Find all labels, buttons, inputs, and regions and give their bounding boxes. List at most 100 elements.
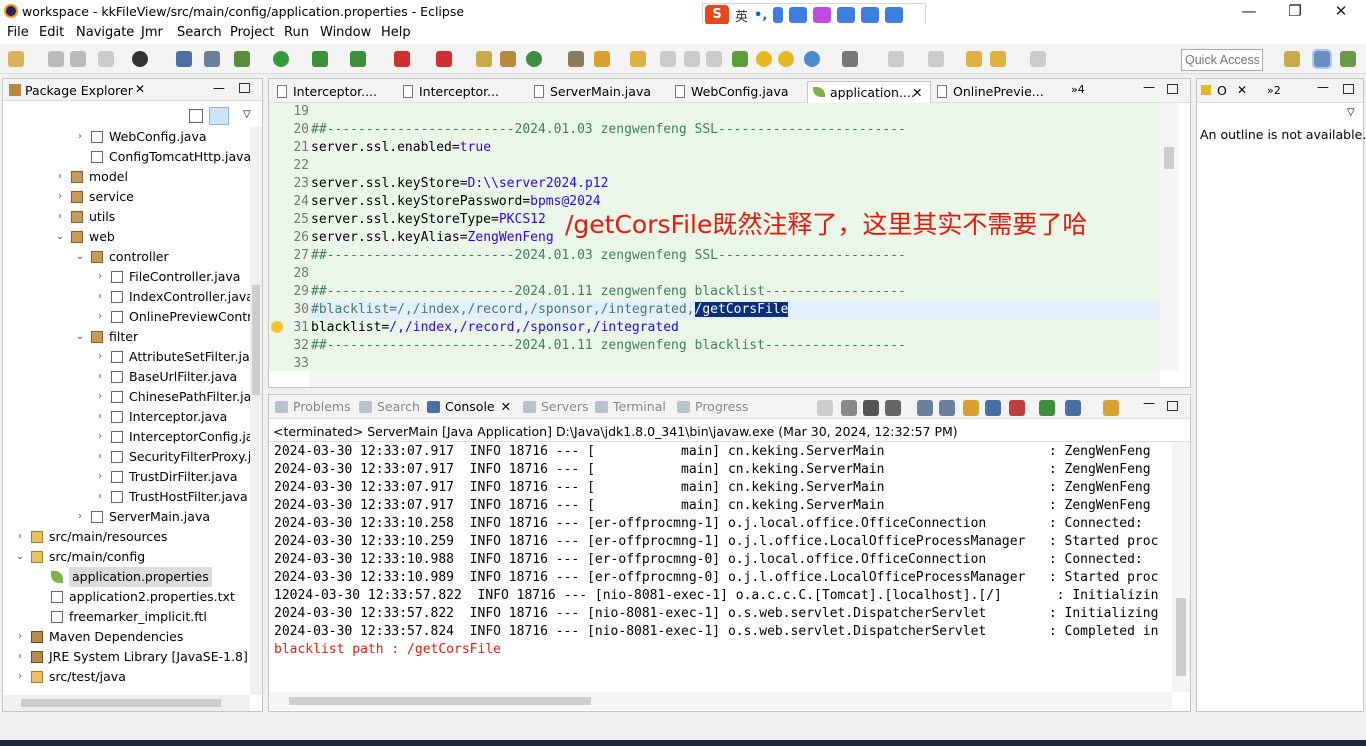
- package-explorer-title[interactable]: Package Explorer: [25, 83, 133, 98]
- code-line[interactable]: server.ssl.enabled=true: [311, 140, 491, 155]
- tree-item[interactable]: › BaseUrlFilter.java: [3, 367, 250, 387]
- tree-item[interactable]: ConfigTomcatHttp.java: [3, 147, 250, 167]
- tree-item[interactable]: › src/test/java: [3, 667, 250, 687]
- run-icon[interactable]: [273, 51, 289, 67]
- tree-item[interactable]: ⌄ src/main/config: [3, 547, 250, 567]
- console-vertical-scrollbar[interactable]: [1172, 442, 1190, 692]
- tree-item[interactable]: › OnlinePreviewController.java: [3, 307, 250, 327]
- chevron-down-icon[interactable]: ⌄: [55, 227, 65, 247]
- menu-edit[interactable]: Edit: [39, 25, 64, 40]
- outline-overflow[interactable]: »2: [1267, 84, 1281, 97]
- minimize-button[interactable]: —: [1226, 0, 1272, 24]
- tab-terminal[interactable]: Terminal: [595, 399, 666, 414]
- skip-breakpoints-icon[interactable]: [204, 51, 220, 67]
- word-wrap-icon[interactable]: [939, 400, 955, 416]
- question-icon[interactable]: [778, 51, 794, 67]
- editor-vertical-scrollbar[interactable]: [1160, 103, 1178, 371]
- view-menu-icon[interactable]: ▽: [243, 109, 251, 120]
- tree-item[interactable]: ⌄ controller: [3, 247, 250, 267]
- chevron-right-icon[interactable]: ›: [95, 347, 105, 367]
- code-line[interactable]: ##------------------------2024.01.03 zen…: [311, 248, 906, 263]
- skin-icon[interactable]: [813, 7, 832, 23]
- show-on-error-icon[interactable]: [985, 400, 1001, 416]
- chevron-right-icon[interactable]: ›: [55, 187, 65, 207]
- collapse-all-icon[interactable]: [189, 109, 203, 123]
- menu-navigate[interactable]: Navigate: [76, 25, 134, 40]
- tree-item[interactable]: ⌄ filter: [3, 327, 250, 347]
- tree-item[interactable]: › JRE System Library [JavaSE-1.8]: [3, 647, 250, 667]
- search-icon[interactable]: [660, 51, 676, 67]
- print-icon[interactable]: [98, 51, 114, 67]
- tree-item[interactable]: › service: [3, 187, 250, 207]
- tree-item[interactable]: › TrustDirFilter.java: [3, 467, 250, 487]
- mark-occurrences-icon[interactable]: [684, 51, 700, 67]
- open-folder-icon[interactable]: [630, 51, 646, 67]
- chevron-right-icon[interactable]: ›: [15, 647, 25, 667]
- tree-item[interactable]: › AttributeSetFilter.java: [3, 347, 250, 367]
- outline-tab[interactable]: O: [1217, 83, 1227, 98]
- chevron-down-icon[interactable]: ⌄: [75, 327, 85, 347]
- minimize-view-icon[interactable]: —: [213, 81, 225, 95]
- last-edit-icon[interactable]: [966, 51, 982, 67]
- tree-item[interactable]: › src/main/resources: [3, 527, 250, 547]
- prev-annotation-icon[interactable]: [928, 51, 944, 67]
- tree-item[interactable]: › model: [3, 167, 250, 187]
- java-perspective-icon[interactable]: [1312, 49, 1332, 69]
- tree-item[interactable]: › TrustHostFilter.java: [3, 487, 250, 507]
- tab-problems[interactable]: Problems: [275, 399, 351, 414]
- tree-item[interactable]: › InterceptorConfig.java: [3, 427, 250, 447]
- next-annotation-icon[interactable]: [888, 51, 904, 67]
- remove-all-icon[interactable]: [863, 400, 879, 416]
- chevron-right-icon[interactable]: ›: [95, 407, 105, 427]
- editor-horizontal-scrollbar[interactable]: [309, 371, 1160, 387]
- console-horizontal-scrollbar[interactable]: [269, 692, 1172, 710]
- tab-online-preview-controller[interactable]: OnlinePrevie...: [931, 81, 1063, 103]
- settings-icon[interactable]: [885, 7, 904, 23]
- view-menu-icon[interactable]: ▽: [1347, 107, 1355, 118]
- minimize-editor-icon[interactable]: —: [1143, 80, 1155, 94]
- maximize-view-icon[interactable]: [1167, 401, 1178, 411]
- chevron-right-icon[interactable]: ›: [15, 527, 25, 547]
- tab-interceptor[interactable]: Interceptor....: [271, 81, 397, 103]
- tab-servers[interactable]: Servers: [523, 399, 589, 414]
- tab-search[interactable]: Search: [359, 399, 420, 414]
- chevron-right-icon[interactable]: ›: [55, 207, 65, 227]
- tree-item[interactable]: ⌄ web: [3, 227, 250, 247]
- globe-icon[interactable]: [804, 51, 820, 67]
- new-class-icon[interactable]: [526, 51, 542, 67]
- tree-item[interactable]: › utils: [3, 207, 250, 227]
- code-line[interactable]: ##------------------------2024.01.11 zen…: [311, 284, 906, 299]
- debug-icon[interactable]: [234, 51, 250, 67]
- maximize-view-icon[interactable]: [1343, 84, 1354, 94]
- tab-server-main[interactable]: ServerMain.java: [528, 81, 666, 103]
- chevron-right-icon[interactable]: ›: [95, 467, 105, 487]
- tree-item[interactable]: › ChinesePathFilter.java: [3, 387, 250, 407]
- minimize-view-icon[interactable]: —: [1317, 80, 1329, 94]
- tab-application-properties[interactable]: application.... ✕: [807, 81, 931, 103]
- menu-jmr[interactable]: Jmr: [141, 25, 163, 40]
- tree-item[interactable]: application.properties: [3, 567, 250, 587]
- remove-launch-icon[interactable]: [817, 400, 833, 416]
- debug-perspective-icon[interactable]: [1340, 51, 1356, 67]
- bug-icon[interactable]: [732, 51, 748, 67]
- maximize-editor-icon[interactable]: [1167, 84, 1178, 94]
- tree-item[interactable]: › ServerMain.java: [3, 507, 250, 527]
- terminate-icon[interactable]: [841, 400, 857, 416]
- chevron-right-icon[interactable]: ›: [95, 487, 105, 507]
- tab-web-config[interactable]: WebConfig.java: [669, 81, 807, 103]
- tab-console[interactable]: Console ✕: [427, 399, 511, 414]
- chevron-right-icon[interactable]: ›: [95, 307, 105, 327]
- close-tab-icon[interactable]: ✕: [501, 399, 511, 414]
- coverage-icon[interactable]: [312, 51, 328, 67]
- new-console-icon[interactable]: [1103, 400, 1119, 416]
- chevron-down-icon[interactable]: ⌄: [75, 247, 85, 267]
- code-line[interactable]: server.ssl.keyStore=D:\\server2024.p12: [311, 176, 608, 191]
- scroll-lock-icon[interactable]: [917, 400, 933, 416]
- forward-icon[interactable]: [1030, 51, 1046, 67]
- chevron-right-icon[interactable]: ›: [75, 507, 85, 527]
- stop-icon[interactable]: [394, 51, 410, 67]
- clear-console-icon[interactable]: [885, 400, 901, 416]
- chevron-right-icon[interactable]: ›: [95, 427, 105, 447]
- quick-access-input[interactable]: [1181, 49, 1263, 71]
- tree-horizontal-scrollbar[interactable]: [3, 695, 250, 711]
